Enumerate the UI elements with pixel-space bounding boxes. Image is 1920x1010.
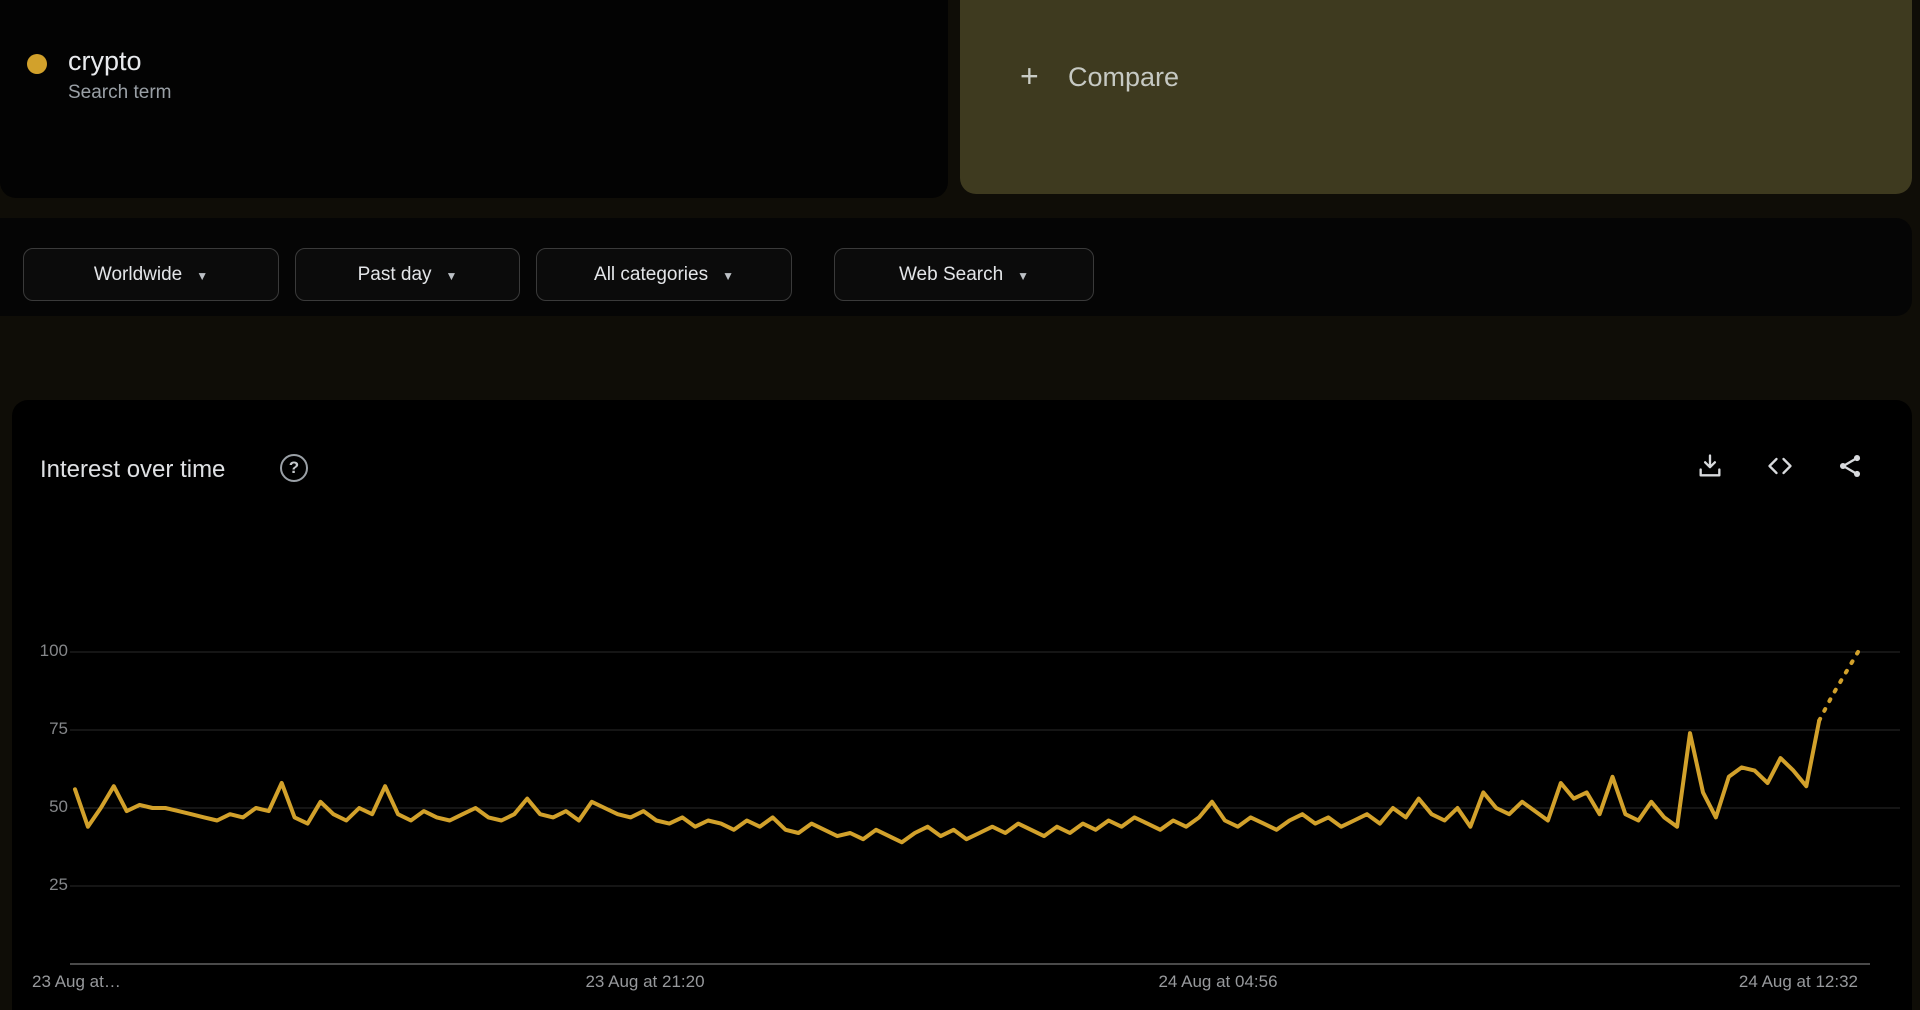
interest-line-chart[interactable] — [12, 630, 1912, 980]
filter-bar: Worldwide ▼ Past day ▼ All categories ▼ … — [0, 218, 1912, 316]
x-axis-tick-0456: 24 Aug at 04:56 — [1138, 972, 1298, 992]
chart-title: Interest over time — [40, 456, 225, 484]
filter-region-dropdown[interactable]: Worldwide ▼ — [23, 248, 279, 301]
chart-actions — [1696, 452, 1864, 480]
filter-search-type-dropdown[interactable]: Web Search ▼ — [834, 248, 1094, 301]
chevron-down-icon: ▼ — [722, 269, 734, 283]
chevron-down-icon: ▼ — [1017, 269, 1029, 283]
compare-label: Compare — [1068, 62, 1179, 93]
embed-icon[interactable] — [1766, 452, 1794, 480]
filter-search-type-label: Web Search — [899, 264, 1003, 286]
filter-category-label: All categories — [594, 264, 708, 286]
search-term-subtitle: Search term — [68, 82, 171, 104]
download-icon[interactable] — [1696, 452, 1724, 480]
filter-time-range-label: Past day — [358, 264, 432, 286]
search-term-card[interactable]: crypto Search term — [0, 0, 948, 198]
chevron-down-icon: ▼ — [446, 269, 458, 283]
x-axis-tick-start: 23 Aug at… — [32, 972, 121, 992]
series-color-dot — [27, 54, 47, 74]
x-axis-tick-1232: 24 Aug at 12:32 — [1698, 972, 1858, 992]
search-term-label: crypto — [68, 46, 142, 77]
share-icon[interactable] — [1836, 452, 1864, 480]
filter-category-dropdown[interactable]: All categories ▼ — [536, 248, 792, 301]
interest-over-time-card: Interest over time ? 100 75 50 25 23 Aug… — [12, 400, 1912, 1010]
plus-icon: + — [1020, 58, 1039, 94]
filter-time-range-dropdown[interactable]: Past day ▼ — [295, 248, 520, 301]
x-axis-tick-2120: 23 Aug at 21:20 — [565, 972, 725, 992]
filter-region-label: Worldwide — [94, 264, 182, 286]
help-icon[interactable]: ? — [280, 454, 308, 482]
compare-add-card[interactable]: + Compare — [960, 0, 1912, 194]
chevron-down-icon: ▼ — [196, 269, 208, 283]
